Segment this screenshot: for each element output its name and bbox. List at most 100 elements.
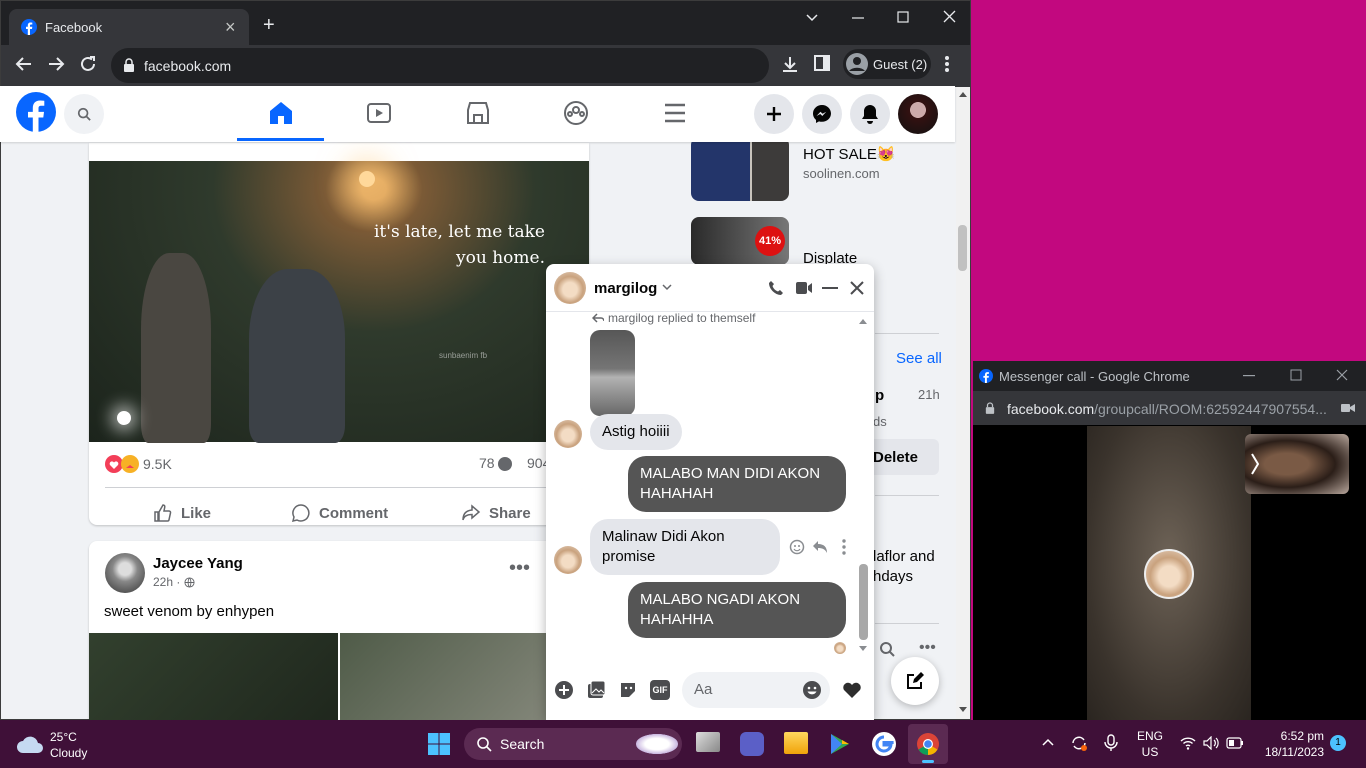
teams-icon[interactable] [740, 732, 764, 756]
close-window-icon[interactable] [1336, 369, 1348, 381]
see-all-link[interactable]: See all [896, 350, 942, 367]
chat-scroll-down-icon[interactable] [859, 646, 867, 652]
page-scrollbar[interactable] [956, 87, 970, 719]
file-explorer-icon[interactable] [784, 732, 808, 754]
chat-scroll-thumb[interactable] [859, 564, 868, 640]
language-indicator[interactable]: ENG US [1136, 728, 1164, 760]
back-arrow-icon[interactable] [15, 55, 33, 73]
chevron-down-icon[interactable] [805, 11, 819, 25]
profile-button[interactable]: Guest (2) [843, 49, 931, 79]
windows-start-icon[interactable] [428, 733, 450, 755]
download-icon[interactable] [781, 55, 799, 73]
avatar[interactable] [105, 553, 145, 593]
google-icon[interactable] [872, 732, 896, 756]
address-bar[interactable]: facebook.com [111, 48, 769, 83]
share-button[interactable]: Share [461, 495, 531, 531]
home-icon[interactable] [268, 100, 294, 126]
notification-badge[interactable]: 1 [1330, 735, 1346, 751]
reply-action-icon[interactable] [812, 540, 828, 554]
self-video-preview[interactable] [1245, 434, 1349, 494]
groups-icon[interactable] [563, 100, 589, 126]
notifications-button[interactable] [850, 94, 890, 134]
post-photo[interactable] [89, 633, 338, 721]
more-actions-icon[interactable] [842, 539, 846, 555]
phone-icon[interactable] [768, 280, 784, 296]
post-time[interactable]: 22h · [153, 575, 195, 589]
chat-header[interactable]: margilog [546, 264, 874, 312]
react-emoji-icon[interactable] [789, 539, 805, 555]
task-view-icon[interactable] [696, 732, 720, 752]
messenger-button[interactable] [802, 94, 842, 134]
call-window-titlebar[interactable]: Messenger call - Google Chrome [973, 361, 1366, 391]
marketplace-icon[interactable] [465, 100, 491, 126]
video-call-icon[interactable] [795, 280, 813, 296]
create-button[interactable] [754, 94, 794, 134]
new-message-button[interactable] [891, 657, 939, 705]
reaction-summary[interactable]: 9.5K [105, 455, 172, 473]
scroll-down-icon[interactable] [959, 707, 967, 713]
close-window-icon[interactable] [943, 10, 956, 23]
account-avatar[interactable] [898, 94, 938, 134]
new-tab-button[interactable]: + [263, 15, 275, 35]
comment-button[interactable]: Comment [291, 495, 388, 531]
wifi-icon[interactable] [1180, 736, 1196, 750]
sender-avatar[interactable] [554, 546, 582, 574]
chevron-down-icon[interactable] [662, 284, 672, 292]
close-chat-icon[interactable] [850, 281, 864, 295]
kebab-menu-icon[interactable] [944, 55, 950, 73]
chevron-up-icon[interactable] [1042, 738, 1054, 746]
plus-circle-icon[interactable] [554, 680, 574, 700]
incoming-message[interactable]: Astig hoiiii [590, 414, 682, 450]
post-image[interactable]: it's late, let me take you home. sunbaen… [89, 161, 589, 443]
emoji-icon[interactable] [802, 680, 822, 700]
facebook-search-button[interactable] [64, 94, 104, 134]
contacts-options-button[interactable]: ••• [919, 639, 936, 657]
like-button[interactable]: Like [153, 495, 211, 531]
volume-icon[interactable] [1203, 736, 1219, 750]
comment-count[interactable]: 78 [479, 455, 513, 472]
sender-avatar[interactable] [554, 420, 582, 448]
clock[interactable]: 6:52 pm 18/11/2023 [1258, 728, 1324, 760]
chat-avatar[interactable] [554, 272, 586, 304]
scroll-up-icon[interactable] [959, 91, 967, 97]
sticker-icon[interactable] [618, 680, 638, 700]
reload-icon[interactable] [79, 55, 97, 73]
delete-request-button[interactable]: Delete [863, 439, 939, 475]
outgoing-message[interactable]: MALABO MAN DIDI AKON HAHAHAH [628, 456, 846, 512]
incoming-message[interactable]: Malinaw Didi Akon promise [590, 519, 780, 575]
minimize-icon[interactable] [851, 11, 865, 25]
gif-button[interactable]: GIF [650, 680, 670, 700]
chat-contact-name[interactable]: margilog [594, 280, 657, 297]
sponsored-ad[interactable]: 41% Displate [691, 217, 941, 271]
post-author[interactable]: Jaycee Yang [153, 555, 243, 572]
sync-icon[interactable] [1070, 734, 1088, 752]
heart-icon[interactable] [842, 681, 862, 699]
side-panel-icon[interactable] [814, 55, 830, 71]
minimize-icon[interactable] [1243, 375, 1255, 377]
video-icon[interactable] [366, 100, 392, 126]
taskbar-search[interactable]: Search [464, 728, 682, 760]
maximize-icon[interactable] [897, 11, 909, 23]
photo-icon[interactable] [586, 680, 606, 700]
chevron-right-icon[interactable] [1251, 452, 1259, 476]
camera-indicator-icon[interactable] [1341, 403, 1355, 413]
forward-arrow-icon[interactable] [47, 55, 65, 73]
menu-icon[interactable] [662, 100, 688, 126]
call-address-bar[interactable]: facebook.com/groupcall/ROOM:625924479075… [973, 391, 1366, 425]
friend-request-name[interactable]: p [875, 387, 884, 404]
outgoing-message[interactable]: MALABO NGADI AKON HAHAHHA [628, 582, 846, 638]
replied-image-preview[interactable] [590, 330, 635, 416]
microphone-icon[interactable] [1104, 734, 1118, 752]
tab-facebook[interactable]: Facebook × [9, 9, 249, 45]
chrome-taskbar-button[interactable] [908, 724, 948, 764]
play-store-icon[interactable] [828, 732, 852, 756]
search-contacts-icon[interactable] [879, 641, 895, 657]
post-options-button[interactable]: ••• [509, 557, 530, 580]
facebook-logo-icon[interactable] [16, 92, 56, 132]
minimize-chat-icon[interactable] [822, 287, 838, 291]
sponsored-ad[interactable]: HOT SALE😻 soolinen.com [691, 137, 941, 203]
chat-scroll-up-icon[interactable] [859, 318, 867, 324]
scroll-thumb[interactable] [958, 225, 967, 271]
battery-icon[interactable] [1226, 737, 1244, 749]
close-tab-icon[interactable]: × [225, 17, 236, 38]
